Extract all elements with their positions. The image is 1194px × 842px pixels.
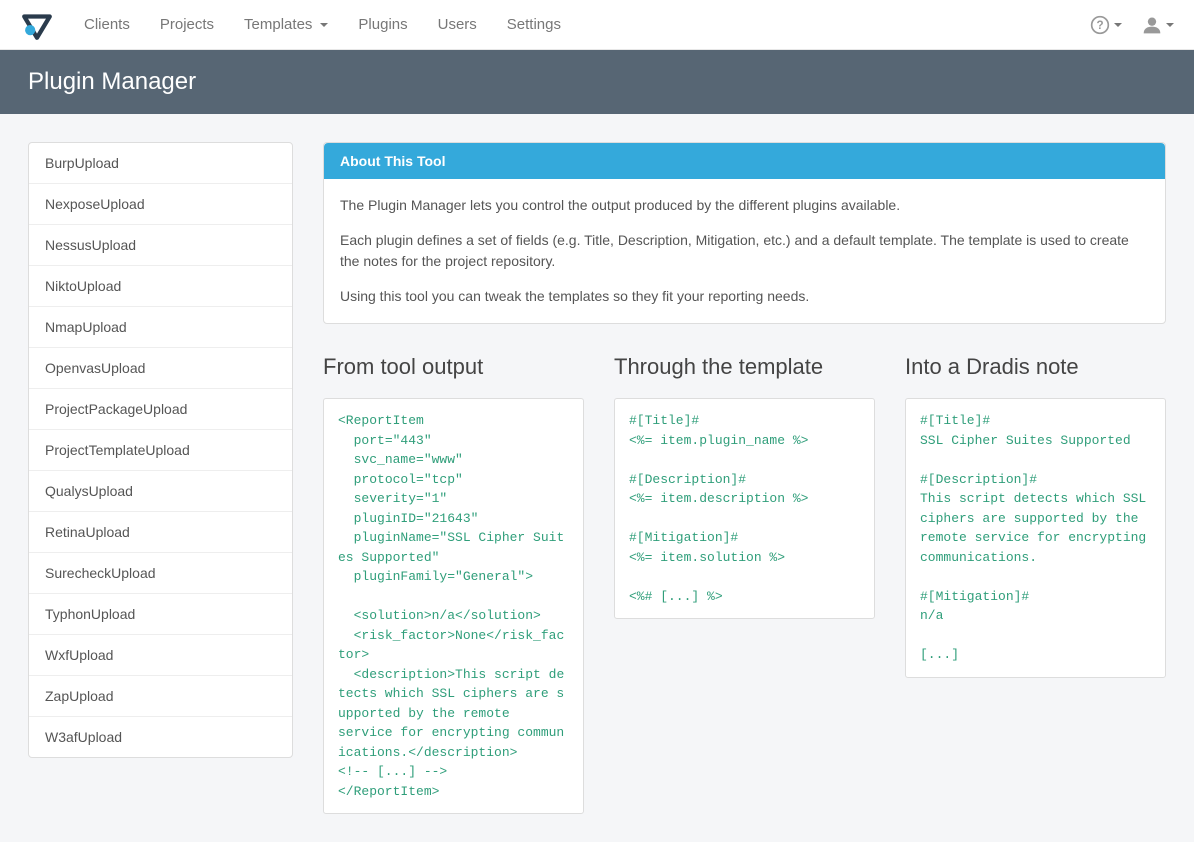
nav-projects[interactable]: Projects — [160, 16, 214, 33]
help-menu[interactable]: ? — [1090, 15, 1122, 35]
chevron-down-icon — [1114, 23, 1122, 27]
nav-clients[interactable]: Clients — [84, 16, 130, 33]
sidebar-item-nessusupload[interactable]: NessusUpload — [29, 225, 292, 266]
svg-text:?: ? — [1096, 19, 1103, 32]
main-container: BurpUpload NexposeUpload NessusUpload Ni… — [0, 114, 1194, 842]
nav-templates-label: Templates — [244, 16, 312, 33]
about-p1: The Plugin Manager lets you control the … — [340, 195, 1149, 216]
sidebar-item-wxfupload[interactable]: WxfUpload — [29, 635, 292, 676]
sidebar-item-projectpackageupload[interactable]: ProjectPackageUpload — [29, 389, 292, 430]
page-title: Plugin Manager — [0, 50, 1194, 114]
about-p3: Using this tool you can tweak the templa… — [340, 286, 1149, 307]
col-into-dradis-note: Into a Dradis note #[Title]# SSL Cipher … — [905, 354, 1166, 814]
about-heading: About This Tool — [324, 143, 1165, 179]
nav-users[interactable]: Users — [438, 16, 477, 33]
sidebar-item-nmapupload[interactable]: NmapUpload — [29, 307, 292, 348]
col-through-template: Through the template #[Title]# <%= item.… — [614, 354, 875, 814]
sidebar-item-retinaupload[interactable]: RetinaUpload — [29, 512, 292, 553]
about-body: The Plugin Manager lets you control the … — [324, 179, 1165, 323]
col3-title: Into a Dradis note — [905, 354, 1166, 380]
col1-code: <ReportItem port="443" svc_name="www" pr… — [323, 398, 584, 814]
sidebar-item-zapupload[interactable]: ZapUpload — [29, 676, 292, 717]
sidebar-item-openvasupload[interactable]: OpenvasUpload — [29, 348, 292, 389]
nav-right: ? — [1090, 15, 1174, 35]
col1-title: From tool output — [323, 354, 584, 380]
about-p2: Each plugin defines a set of fields (e.g… — [340, 230, 1149, 272]
sidebar-item-qualysupload[interactable]: QualysUpload — [29, 471, 292, 512]
nav-settings[interactable]: Settings — [507, 16, 561, 33]
about-panel: About This Tool The Plugin Manager lets … — [323, 142, 1166, 324]
sidebar: BurpUpload NexposeUpload NessusUpload Ni… — [28, 142, 293, 758]
col3-code: #[Title]# SSL Cipher Suites Supported #[… — [905, 398, 1166, 678]
col2-title: Through the template — [614, 354, 875, 380]
nav-templates[interactable]: Templates — [244, 16, 328, 33]
navbar: Clients Projects Templates Plugins Users… — [0, 0, 1194, 50]
nav-links: Clients Projects Templates Plugins Users… — [84, 16, 1090, 33]
chevron-down-icon — [320, 23, 328, 27]
user-menu[interactable] — [1142, 15, 1174, 35]
chevron-down-icon — [1166, 23, 1174, 27]
col-from-tool-output: From tool output <ReportItem port="443" … — [323, 354, 584, 814]
nav-plugins[interactable]: Plugins — [358, 16, 407, 33]
sidebar-item-nexposeupload[interactable]: NexposeUpload — [29, 184, 292, 225]
sidebar-item-niktoupload[interactable]: NiktoUpload — [29, 266, 292, 307]
sidebar-item-w3afupload[interactable]: W3afUpload — [29, 717, 292, 757]
sidebar-item-surecheckupload[interactable]: SurecheckUpload — [29, 553, 292, 594]
sidebar-item-typhonupload[interactable]: TyphonUpload — [29, 594, 292, 635]
sidebar-item-projecttemplateupload[interactable]: ProjectTemplateUpload — [29, 430, 292, 471]
main-content: About This Tool The Plugin Manager lets … — [323, 142, 1166, 814]
logo[interactable] — [20, 8, 54, 42]
columns: From tool output <ReportItem port="443" … — [323, 354, 1166, 814]
sidebar-item-burpupload[interactable]: BurpUpload — [29, 143, 292, 184]
col2-code: #[Title]# <%= item.plugin_name %> #[Desc… — [614, 398, 875, 619]
